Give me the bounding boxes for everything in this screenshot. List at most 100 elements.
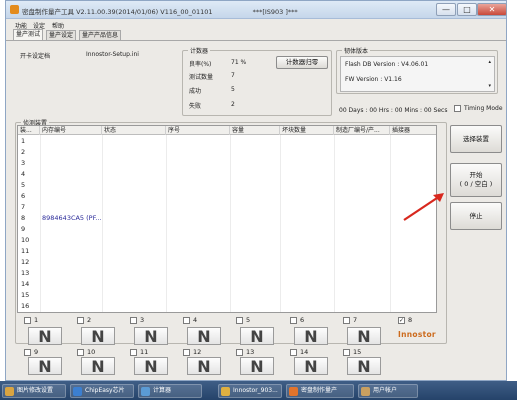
- taskbar: 图片修改设置 ChipEasy芯片 计算器 Innostor_903... 密盘…: [0, 381, 517, 400]
- table-row[interactable]: 4: [18, 169, 436, 180]
- port-checkbox[interactable]: [183, 317, 190, 324]
- port-status-button[interactable]: N: [28, 327, 62, 345]
- taskbar-item[interactable]: Innostor_903...: [218, 384, 282, 398]
- port-checkbox[interactable]: [130, 317, 137, 324]
- port-status-button[interactable]: N: [294, 327, 328, 345]
- minimize-button[interactable]: —: [436, 3, 456, 16]
- col-connector[interactable]: 插接器: [390, 126, 436, 135]
- app-icon: [5, 387, 14, 396]
- start-button-label: 开始: [469, 171, 483, 179]
- port-checkbox[interactable]: [24, 349, 31, 356]
- port-status-button[interactable]: N: [294, 357, 328, 375]
- table-row[interactable]: 3: [18, 158, 436, 169]
- port-checkbox[interactable]: [24, 317, 31, 324]
- port-checkbox[interactable]: [130, 349, 137, 356]
- tab-mass-production-settings[interactable]: 量产设定: [46, 30, 77, 40]
- devices-table[interactable]: 装... 内存编号 状态 序号 容量 坏块数量 制造厂编号/产... 插接器 1…: [17, 125, 437, 313]
- port-number: 1: [34, 316, 39, 324]
- taskbar-item[interactable]: 图片修改设置: [2, 384, 66, 398]
- table-row[interactable]: 13: [18, 268, 436, 279]
- table-row[interactable]: 7: [18, 202, 436, 213]
- port-status-button[interactable]: N: [347, 357, 381, 375]
- port-status-button[interactable]: N: [81, 327, 115, 345]
- yield-label: 良率(%): [189, 61, 212, 68]
- table-row[interactable]: 11: [18, 246, 436, 257]
- port-checkbox[interactable]: [290, 349, 297, 356]
- port-status-button[interactable]: N: [81, 357, 115, 375]
- success-value: 5: [231, 86, 235, 93]
- taskbar-item[interactable]: 密盘制作量产: [286, 384, 354, 398]
- test-count-value: 7: [231, 72, 235, 79]
- port-checkbox[interactable]: [77, 317, 84, 324]
- table-row[interactable]: 1: [18, 136, 436, 147]
- table-row[interactable]: 8 8984643CA5 (PF...: [18, 213, 436, 224]
- memory-id-cell: 8984643CA5 (PF...: [42, 214, 102, 222]
- fw-version: FW Version : V1.16: [345, 76, 402, 83]
- scroll-down-icon[interactable]: ▾: [488, 83, 491, 89]
- scroll-up-icon[interactable]: ▴: [488, 59, 491, 65]
- port-status-button[interactable]: N: [187, 357, 221, 375]
- port-status-button[interactable]: N: [240, 327, 274, 345]
- table-row[interactable]: 6: [18, 191, 436, 202]
- tab-panel-border: [6, 40, 506, 41]
- elapsed-timer: 00 Days : 00 Hrs : 00 Mins : 00 Secs: [339, 107, 448, 114]
- table-row[interactable]: 12: [18, 257, 436, 268]
- select-device-button[interactable]: 选择装置: [450, 125, 502, 153]
- table-row[interactable]: 10: [18, 235, 436, 246]
- firmware-group-title: 韧体版本: [342, 46, 371, 55]
- brand-logo: Innostor: [398, 330, 436, 339]
- port-checkbox[interactable]: [343, 349, 350, 356]
- port-checkbox[interactable]: [236, 317, 243, 324]
- app-icon: [289, 387, 298, 396]
- port-checkbox[interactable]: [236, 349, 243, 356]
- tab-mass-production-test[interactable]: 量产测试: [13, 29, 44, 40]
- port-number: 13: [246, 348, 255, 356]
- table-row[interactable]: 9: [18, 224, 436, 235]
- port-checkbox[interactable]: [290, 317, 297, 324]
- start-button[interactable]: 开始 ( 0 / 空白 ): [450, 163, 502, 197]
- taskbar-item[interactable]: 计算器: [138, 384, 202, 398]
- taskbar-label: Innostor_903...: [233, 387, 278, 394]
- tab-strip: 量产测试 量产设定 量产产品信息: [6, 29, 506, 40]
- port-status-button[interactable]: N: [187, 327, 221, 345]
- port-checkbox[interactable]: [77, 349, 84, 356]
- col-memory-id[interactable]: 内存编号: [40, 126, 102, 135]
- app-icon: [361, 387, 370, 396]
- row-number: 12: [21, 258, 30, 266]
- table-header: 装... 内存编号 状态 序号 容量 坏块数量 制造厂编号/产... 插接器: [18, 126, 436, 135]
- col-capacity[interactable]: 容量: [230, 126, 280, 135]
- timing-mode-checkbox[interactable]: [454, 105, 461, 112]
- table-row[interactable]: 2: [18, 147, 436, 158]
- table-row[interactable]: 5: [18, 180, 436, 191]
- port-status-button[interactable]: N: [240, 357, 274, 375]
- flash-db-version: Flash DB Version : V4.06.01: [345, 61, 429, 68]
- table-row[interactable]: 16: [18, 301, 436, 312]
- port-status-button[interactable]: N: [134, 357, 168, 375]
- col-status[interactable]: 状态: [102, 126, 166, 135]
- test-count-label: 测试数量: [189, 74, 214, 81]
- port-checkbox[interactable]: [343, 317, 350, 324]
- port-checkbox[interactable]: ✓: [398, 317, 405, 324]
- close-button[interactable]: ✕: [477, 3, 507, 16]
- taskbar-item[interactable]: 用户帐户: [358, 384, 418, 398]
- port-number: 12: [193, 348, 202, 356]
- col-device[interactable]: 装...: [18, 126, 40, 135]
- col-bad-blocks[interactable]: 坏块数量: [280, 126, 334, 135]
- port-status-button[interactable]: N: [134, 327, 168, 345]
- table-row[interactable]: 14: [18, 279, 436, 290]
- port-number: 14: [300, 348, 309, 356]
- taskbar-label: 图片修改设置: [17, 387, 54, 394]
- col-serial[interactable]: 序号: [166, 126, 230, 135]
- maximize-button[interactable]: □: [457, 3, 477, 16]
- port-status-button[interactable]: N: [28, 357, 62, 375]
- table-row[interactable]: 15: [18, 290, 436, 301]
- stop-button[interactable]: 停止: [450, 202, 502, 230]
- tab-product-info[interactable]: 量产产品信息: [79, 30, 122, 40]
- col-manufacturer[interactable]: 制造厂编号/产...: [334, 126, 390, 135]
- taskbar-item[interactable]: ChipEasy芯片: [70, 384, 134, 398]
- reset-counter-button[interactable]: 计数器归零: [276, 56, 328, 69]
- port-checkbox[interactable]: [183, 349, 190, 356]
- row-number: 11: [21, 247, 30, 255]
- title-bar[interactable]: 密盘制作量产工具 V2.11.00.39(2014/01/06) V116_00…: [6, 1, 507, 19]
- port-status-button[interactable]: N: [347, 327, 381, 345]
